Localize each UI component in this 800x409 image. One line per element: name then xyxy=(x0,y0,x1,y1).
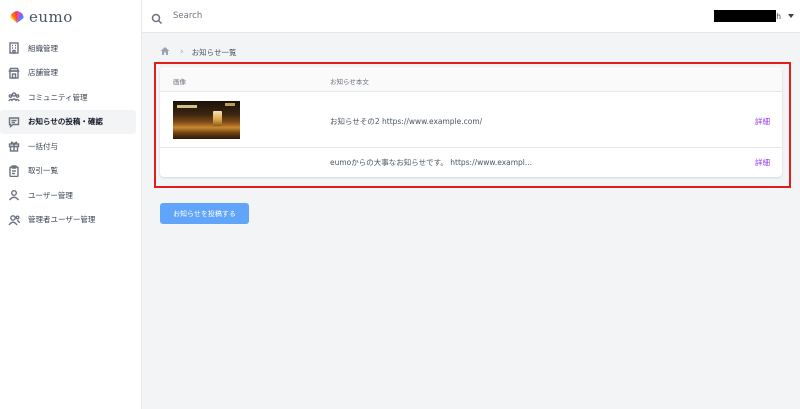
search-input[interactable] xyxy=(173,11,473,21)
breadcrumb: › お知らせ一覧 xyxy=(160,46,236,58)
sidebar-item-label: 管理者ユーザー管理 xyxy=(28,215,96,225)
sidebar-item-label: コミュニティ管理 xyxy=(28,92,88,102)
top-bar: h xyxy=(142,0,800,33)
sidebar-item-label: 組織管理 xyxy=(28,43,58,53)
brand[interactable]: eumo xyxy=(0,0,141,34)
message-icon xyxy=(8,116,20,128)
building-icon xyxy=(8,42,20,54)
sidebar-item-label: ユーザー管理 xyxy=(28,190,73,200)
breadcrumb-current: お知らせ一覧 xyxy=(191,47,237,57)
sidebar-item-label: お知らせの投稿・確認 xyxy=(28,117,103,127)
sidebar-item-organization[interactable]: 組織管理 xyxy=(0,36,136,61)
sidebar-item-label: 取引一覧 xyxy=(28,166,58,176)
clipboard-icon xyxy=(8,165,20,177)
sidebar-item-admin-users[interactable]: 管理者ユーザー管理 xyxy=(0,208,136,233)
eumo-logo-icon xyxy=(9,9,25,25)
store-icon xyxy=(8,67,20,79)
sidebar-nav: 組織管理 店舗管理 コミュニティ管理 お知らせの投稿・確認 一括付与 取引一覧 … xyxy=(0,36,141,232)
home-icon[interactable] xyxy=(160,46,170,58)
community-icon xyxy=(8,91,20,103)
users-icon xyxy=(8,189,20,201)
brand-name: eumo xyxy=(29,8,73,26)
gift-icon xyxy=(8,140,20,152)
sidebar-item-label: 店舗管理 xyxy=(28,68,58,78)
sidebar-item-announcements[interactable]: お知らせの投稿・確認 xyxy=(0,109,136,134)
chevron-down-icon[interactable] xyxy=(788,14,794,18)
sidebar-item-users[interactable]: ユーザー管理 xyxy=(0,183,136,208)
breadcrumb-separator-icon: › xyxy=(180,47,184,57)
sidebar-item-transactions[interactable]: 取引一覧 xyxy=(0,159,136,184)
admin-users-icon xyxy=(8,214,20,226)
user-menu[interactable]: h xyxy=(714,10,794,22)
sidebar-item-community[interactable]: コミュニティ管理 xyxy=(0,85,136,110)
sidebar-item-bulk-grant[interactable]: 一括付与 xyxy=(0,134,136,159)
search-icon xyxy=(151,10,163,25)
user-name-redacted xyxy=(714,10,777,22)
sidebar: eumo 組織管理 店舗管理 コミュニティ管理 お知らせの投稿・確認 一括付与 … xyxy=(0,0,142,409)
highlight-box xyxy=(154,62,791,188)
user-name-suffix: h xyxy=(776,11,781,21)
sidebar-item-stores[interactable]: 店舗管理 xyxy=(0,61,136,86)
post-announcement-button[interactable]: お知らせを投稿する xyxy=(160,203,249,224)
sidebar-item-label: 一括付与 xyxy=(28,141,58,151)
